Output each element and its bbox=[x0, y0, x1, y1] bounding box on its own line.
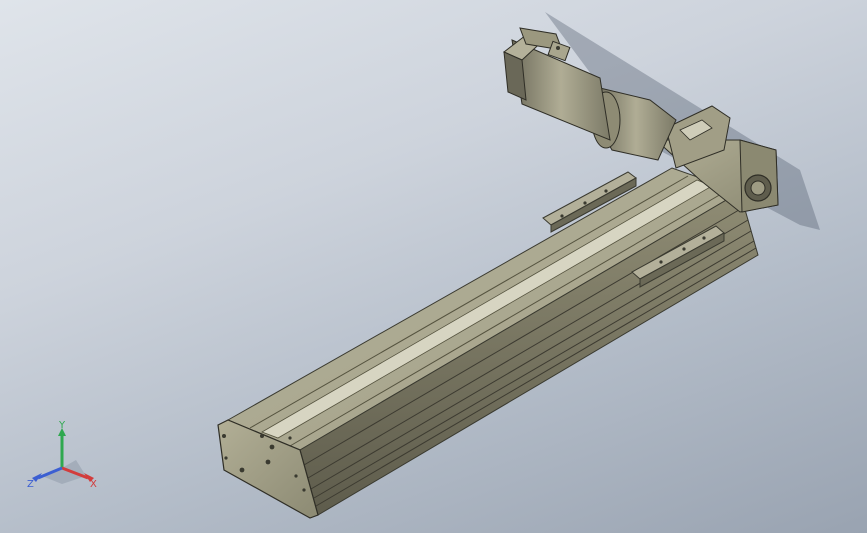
x-axis-label: X bbox=[90, 479, 97, 490]
rail-groove-2 bbox=[289, 189, 729, 447]
y-axis-label: Y bbox=[58, 420, 66, 431]
orientation-triad[interactable]: Y X Z bbox=[24, 420, 104, 500]
connector-pin bbox=[556, 46, 560, 50]
actuator-model[interactable] bbox=[0, 0, 867, 533]
z-axis-label: Z bbox=[27, 479, 34, 490]
cad-viewport[interactable]: Y X Z bbox=[0, 0, 867, 533]
pulley-hub bbox=[750, 180, 766, 196]
